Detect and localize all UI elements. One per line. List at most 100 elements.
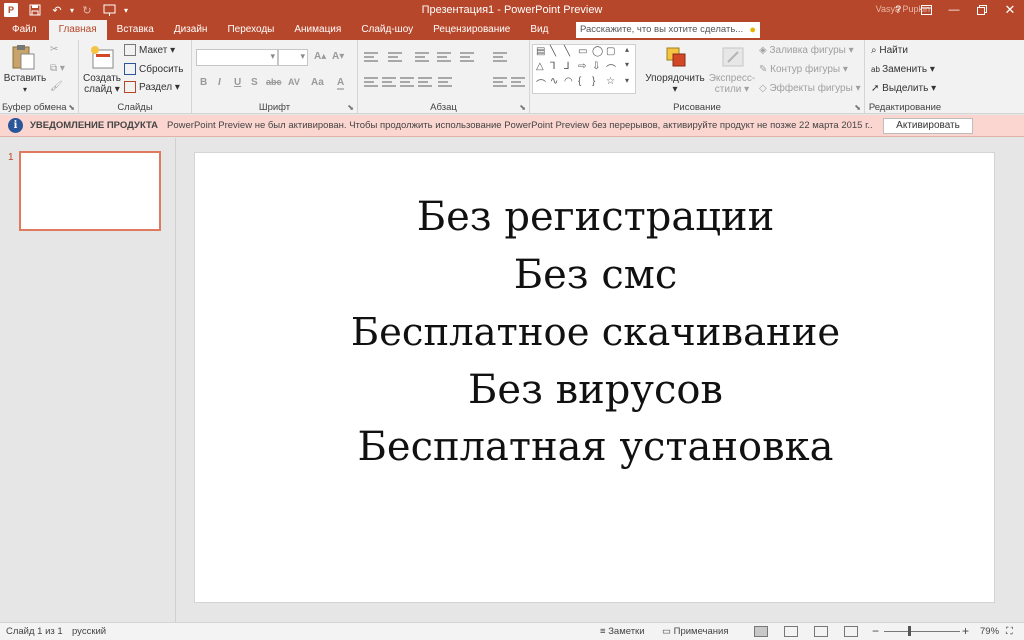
gallery-scroll-down-icon[interactable]: ▾ (625, 60, 629, 69)
cut-icon[interactable]: ✂ (50, 44, 58, 55)
increase-font-icon[interactable]: A▴ (314, 51, 326, 62)
connector-shape-icon[interactable]: ⅃ (564, 61, 570, 72)
tell-me-search-input[interactable]: Расскажите, что вы хотите сделать... ● (576, 22, 760, 38)
brace-left-shape-icon[interactable]: { (578, 76, 581, 87)
paste-dropdown-icon[interactable]: ▾ (3, 84, 47, 95)
undo-icon[interactable]: ↶ (46, 0, 68, 20)
change-case-button[interactable]: Aa (311, 77, 324, 88)
arrange-button[interactable]: Упорядочить ▾ (641, 73, 709, 95)
align-right-icon[interactable] (400, 77, 414, 87)
tab-file[interactable]: Файл (0, 20, 49, 40)
tab-slideshow[interactable]: Слайд-шоу (351, 20, 423, 40)
customize-qat-icon[interactable]: ▾ (120, 0, 132, 20)
paragraph-launcher-icon[interactable]: ⬊ (519, 103, 526, 112)
textbox-shape-icon[interactable]: ▤ (536, 46, 545, 57)
drawing-launcher-icon[interactable]: ⬊ (854, 103, 861, 112)
close-icon[interactable]: ✕ (996, 0, 1024, 20)
arrange-icon[interactable] (661, 44, 691, 72)
down-arrow-shape-icon[interactable]: ⇩ (592, 61, 600, 72)
zoom-slider[interactable] (884, 631, 960, 632)
tab-insert[interactable]: Вставка (107, 20, 164, 40)
save-icon[interactable] (24, 0, 46, 20)
numbering-icon[interactable] (388, 52, 402, 62)
quick-styles-button[interactable]: Экспресс- стили ▾ (706, 73, 758, 95)
tab-animations[interactable]: Анимация (284, 20, 351, 40)
brace-right-shape-icon[interactable]: } (592, 76, 595, 87)
slideshow-view-icon[interactable] (844, 626, 858, 637)
shadow-button[interactable]: S (251, 77, 258, 88)
new-slide-button[interactable]: Создать слайд ▾ (79, 73, 125, 95)
help-icon[interactable]: ? (884, 0, 912, 20)
minimize-icon[interactable]: — (940, 0, 968, 20)
rectangle-shape-icon[interactable]: ▭ (578, 46, 587, 57)
tab-transitions[interactable]: Переходы (217, 20, 284, 40)
right-arrow-shape-icon[interactable]: ⇨ (578, 61, 586, 72)
arc-shape-icon[interactable]: ◠ (564, 76, 573, 87)
smartart-icon[interactable] (511, 77, 525, 87)
tab-design[interactable]: Дизайн (164, 20, 218, 40)
triangle-shape-icon[interactable]: △ (536, 61, 544, 72)
columns-icon[interactable] (438, 77, 452, 87)
new-slide-icon[interactable] (87, 44, 117, 72)
notes-button[interactable]: ≡ Заметки (600, 626, 645, 637)
rounded-rect-shape-icon[interactable]: ▢ (606, 46, 615, 57)
justify-icon[interactable] (418, 77, 432, 87)
shape-outline-button[interactable]: ✎ Контур фигуры ▾ (759, 64, 848, 75)
zoom-slider-thumb[interactable] (908, 626, 911, 636)
find-button[interactable]: ⌕ Найти (871, 45, 908, 56)
align-left-icon[interactable] (364, 77, 378, 87)
line-spacing-icon[interactable] (460, 52, 474, 62)
redo-icon[interactable]: ↻ (76, 0, 98, 20)
ribbon-display-icon[interactable] (912, 0, 940, 20)
font-name-combo[interactable] (196, 49, 278, 66)
bold-button[interactable]: B (200, 77, 207, 88)
star-shape-icon[interactable]: ☆ (606, 76, 615, 87)
replace-button[interactable]: ab Заменить ▾ (871, 64, 935, 75)
curve2-shape-icon[interactable]: ⌒ (536, 76, 546, 91)
font-launcher-icon[interactable]: ⬊ (347, 103, 354, 112)
decrease-indent-icon[interactable] (415, 52, 429, 62)
char-spacing-button[interactable]: AV (288, 77, 300, 87)
font-size-combo[interactable] (278, 49, 308, 66)
shape-effects-button[interactable]: ◇ Эффекты фигуры ▾ (759, 83, 861, 94)
strikethrough-button[interactable]: abc (266, 77, 282, 87)
layout-button[interactable]: Макет ▾ (124, 44, 175, 56)
quick-styles-icon[interactable] (718, 44, 748, 72)
underline-button[interactable]: U (234, 77, 241, 88)
shape-fill-button[interactable]: ◈ Заливка фигуры ▾ (759, 45, 854, 56)
gallery-more-icon[interactable]: ▾ (625, 76, 629, 85)
clipboard-launcher-icon[interactable]: ⬊ (68, 103, 75, 112)
align-center-icon[interactable] (382, 77, 396, 87)
language-indicator[interactable]: русский (72, 626, 106, 637)
zoom-in-icon[interactable]: + (962, 624, 969, 638)
copy-icon[interactable]: ⧉ ▾ (50, 63, 65, 74)
elbow-shape-icon[interactable]: ⅂ (550, 61, 556, 72)
align-text-icon[interactable] (493, 77, 507, 87)
maximize-icon[interactable] (968, 0, 996, 20)
oval-shape-icon[interactable]: ◯ (592, 46, 603, 57)
freeform-shape-icon[interactable]: ∿ (550, 76, 558, 87)
tab-view[interactable]: Вид (520, 20, 558, 40)
italic-button[interactable]: I (218, 77, 221, 88)
bullets-icon[interactable] (364, 52, 378, 62)
fit-slide-icon[interactable]: ⛶ (1006, 626, 1013, 637)
format-painter-icon[interactable]: 🖌 (50, 81, 63, 92)
increase-indent-icon[interactable] (437, 52, 451, 62)
line-shape-icon[interactable]: ╲ (550, 46, 556, 57)
normal-view-icon[interactable] (754, 626, 768, 637)
tab-home[interactable]: Главная (48, 20, 107, 40)
slide-thumbnail[interactable] (19, 151, 161, 231)
shapes-gallery[interactable]: ▤ ╲ ╲ ▭ ◯ ▢ △ ⅂ ⅃ ⇨ ⇩ ⌒ ⌒ ∿ ◠ { } ☆ ▴ ▾ … (532, 44, 636, 94)
zoom-level[interactable]: 79% (980, 626, 999, 637)
undo-dropdown-icon[interactable]: ▾ (68, 0, 76, 20)
curve-shape-icon[interactable]: ⌒ (606, 61, 616, 76)
line2-shape-icon[interactable]: ╲ (564, 46, 570, 57)
comments-button[interactable]: ▭ Примечания (662, 626, 728, 637)
text-direction-icon[interactable] (493, 52, 507, 62)
tab-review[interactable]: Рецензирование (423, 20, 520, 40)
paste-icon[interactable] (8, 44, 38, 72)
start-from-beginning-icon[interactable] (98, 0, 120, 20)
section-button[interactable]: Раздел ▾ (124, 81, 180, 93)
reset-button[interactable]: Сбросить (124, 63, 183, 75)
zoom-out-icon[interactable]: − (872, 624, 879, 638)
